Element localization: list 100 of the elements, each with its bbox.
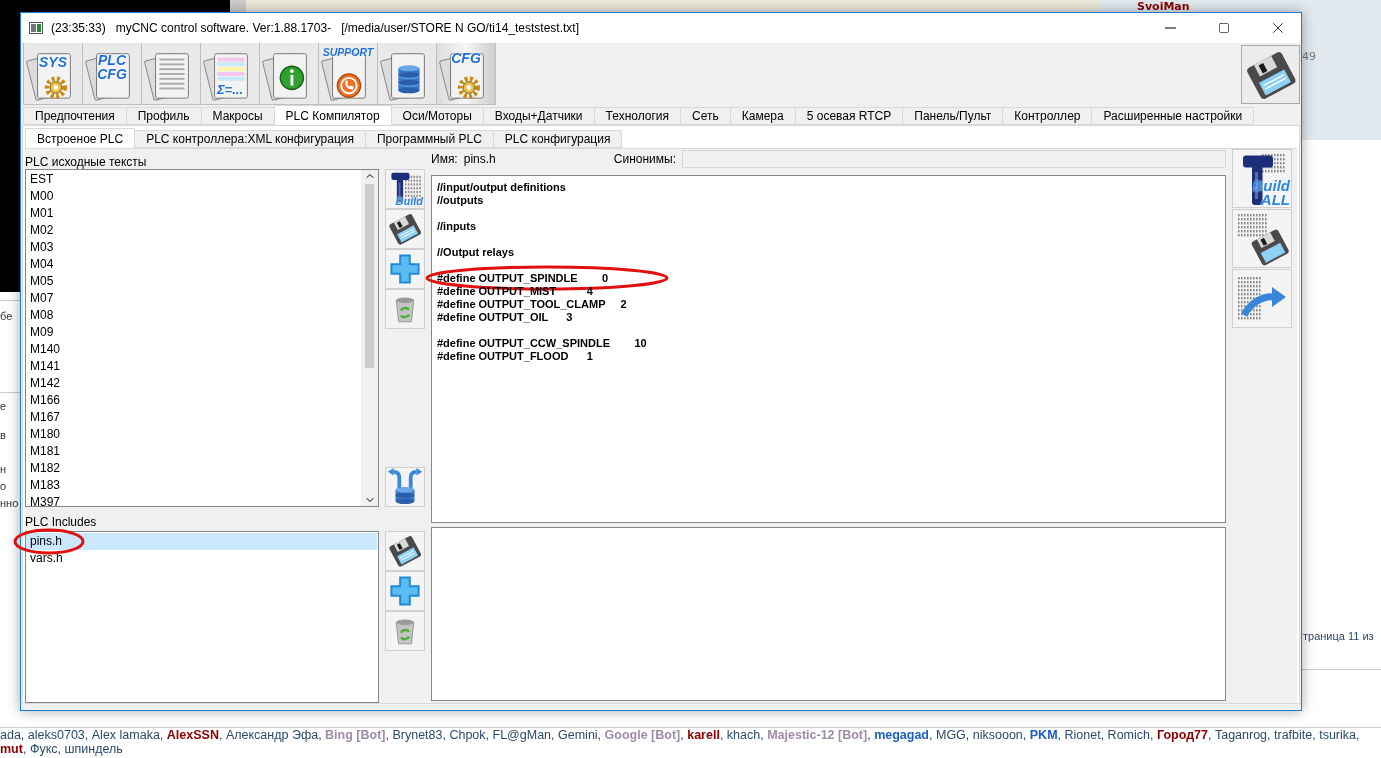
tab[interactable]: Макросы — [200, 107, 275, 125]
tab[interactable]: Предпочтения — [23, 107, 127, 125]
list-item[interactable]: EST — [26, 171, 360, 188]
list-item[interactable]: vars.h — [26, 550, 377, 567]
separator-text: , — [1150, 728, 1155, 742]
tab[interactable]: Расширенные настройки — [1091, 107, 1255, 125]
save-button[interactable] — [1241, 45, 1300, 104]
list-item[interactable]: M182 — [26, 460, 360, 477]
tab[interactable]: Оси/Моторы — [390, 107, 484, 125]
toolbar-button[interactable] — [259, 43, 319, 105]
synonyms-label: Синонимы: — [613, 152, 676, 166]
tab[interactable]: Камера — [729, 107, 796, 125]
tab[interactable]: PLC контроллера:XML конфигурация — [134, 130, 366, 148]
save-button[interactable] — [385, 209, 425, 249]
code-line: #define OUTPUT_TOOL_CLAMP 2 — [437, 298, 627, 311]
list-item[interactable]: M181 — [26, 443, 360, 460]
user-link[interactable]: Taganrog — [1214, 728, 1268, 742]
list-item[interactable]: M04 — [26, 256, 360, 273]
tab[interactable]: PLC Компилятор — [273, 105, 392, 125]
toolbar-button[interactable]: CFG — [436, 43, 496, 105]
user-link[interactable]: Rionet — [1064, 728, 1101, 742]
user-link[interactable]: megagad — [874, 728, 929, 742]
user-link[interactable]: karell — [687, 728, 720, 742]
tab[interactable]: Панель/Пульт — [902, 107, 1004, 125]
toolbar-button[interactable]: Σ=... — [200, 43, 260, 105]
save-binary-button[interactable] — [1232, 209, 1292, 268]
delete-button[interactable] — [385, 289, 425, 329]
list-item[interactable]: M183 — [26, 477, 360, 494]
list-item[interactable]: M140 — [26, 341, 360, 358]
list-item[interactable]: M03 — [26, 239, 360, 256]
sync-button[interactable] — [385, 467, 425, 507]
user-link[interactable]: Alex lamaka — [91, 728, 160, 742]
code-line: //Output relays — [437, 246, 515, 259]
user-link[interactable]: niksooon — [972, 728, 1023, 742]
list-item[interactable]: pins.h — [26, 533, 377, 550]
user-link[interactable]: Chpok — [449, 728, 486, 742]
add-button[interactable] — [385, 249, 425, 289]
tab[interactable]: Сеть — [680, 107, 731, 125]
list-item[interactable]: M09 — [26, 324, 360, 341]
user-link[interactable]: Фукс — [29, 742, 58, 756]
tab[interactable]: 5 осевая RTCP — [794, 107, 904, 125]
minimize-icon — [1164, 27, 1176, 29]
user-link[interactable]: MGG — [935, 728, 966, 742]
list-item[interactable]: M397 — [26, 494, 360, 506]
export-binary-button[interactable] — [1232, 269, 1292, 328]
tab[interactable]: PLC конфигурация — [492, 130, 623, 148]
list-item[interactable]: M08 — [26, 307, 360, 324]
code-line: #define OUTPUT_FLOOD 1 — [437, 350, 593, 363]
text-fragment: бе — [0, 310, 13, 322]
toolbar-button[interactable]: SYS — [23, 43, 83, 105]
user-link[interactable]: PKM — [1029, 728, 1058, 742]
list-item[interactable]: M00 — [26, 188, 360, 205]
list-item[interactable]: M02 — [26, 222, 360, 239]
list-item[interactable]: M180 — [26, 426, 360, 443]
user-link[interactable]: aleks0703 — [27, 728, 85, 742]
text-fragment: е — [0, 400, 7, 412]
user-link[interactable]: шпиндель — [64, 742, 123, 756]
tab[interactable]: Технология — [593, 107, 682, 125]
delete-button[interactable] — [385, 611, 425, 651]
plus-icon — [389, 575, 421, 607]
scrollbar[interactable] — [361, 170, 378, 506]
separator-text: , — [1267, 728, 1272, 742]
user-link[interactable]: mut — [0, 742, 23, 756]
list-item[interactable]: M07 — [26, 290, 360, 307]
author-name[interactable]: SvoiMan — [1137, 0, 1190, 13]
separator-text: , — [84, 728, 90, 742]
code-line: #define OUTPUT_CCW_SPINDLE 10 — [437, 337, 647, 350]
separator-text: , — [1100, 728, 1106, 742]
separator-text: , — [867, 728, 872, 742]
save-button[interactable] — [385, 531, 425, 571]
list-item[interactable]: M141 — [26, 358, 360, 375]
user-link[interactable]: AlexSSN — [166, 728, 219, 742]
tab[interactable]: Входы+Датчики — [482, 107, 595, 125]
tab[interactable]: Встроеное PLC — [25, 128, 136, 148]
text-fragment: в — [0, 429, 6, 441]
toolbar-button[interactable]: SUPPORT — [318, 43, 378, 105]
list-item[interactable]: M05 — [26, 273, 360, 290]
separator-text: , — [22, 742, 28, 756]
tab[interactable]: Профиль — [125, 107, 202, 125]
add-button[interactable] — [385, 571, 425, 611]
user-link[interactable]: Город77 — [1156, 728, 1208, 742]
user-link[interactable]: FL@gMan — [492, 728, 552, 742]
list-item[interactable]: M167 — [26, 409, 360, 426]
user-link[interactable]: ada — [0, 728, 21, 742]
user-link[interactable]: Romich — [1107, 728, 1150, 742]
user-link[interactable]: Gemini — [558, 728, 598, 742]
list-item[interactable]: M166 — [26, 392, 360, 409]
tab[interactable]: Программный PLC — [365, 130, 494, 148]
toolbar-button[interactable] — [377, 43, 437, 105]
separator-text: , — [1022, 728, 1028, 742]
user-link[interactable]: tsurika — [1319, 728, 1356, 742]
separator-text: , — [680, 728, 685, 742]
toolbar-button[interactable]: PLC CFG — [82, 43, 142, 105]
synonyms-field[interactable] — [682, 150, 1226, 168]
text-fragment: нно — [0, 497, 19, 509]
toolbar-button[interactable] — [141, 43, 201, 105]
list-item[interactable]: M01 — [26, 205, 360, 222]
tab[interactable]: Контроллер — [1002, 107, 1093, 125]
post-count: 49 — [1302, 50, 1316, 63]
list-item[interactable]: M142 — [26, 375, 360, 392]
